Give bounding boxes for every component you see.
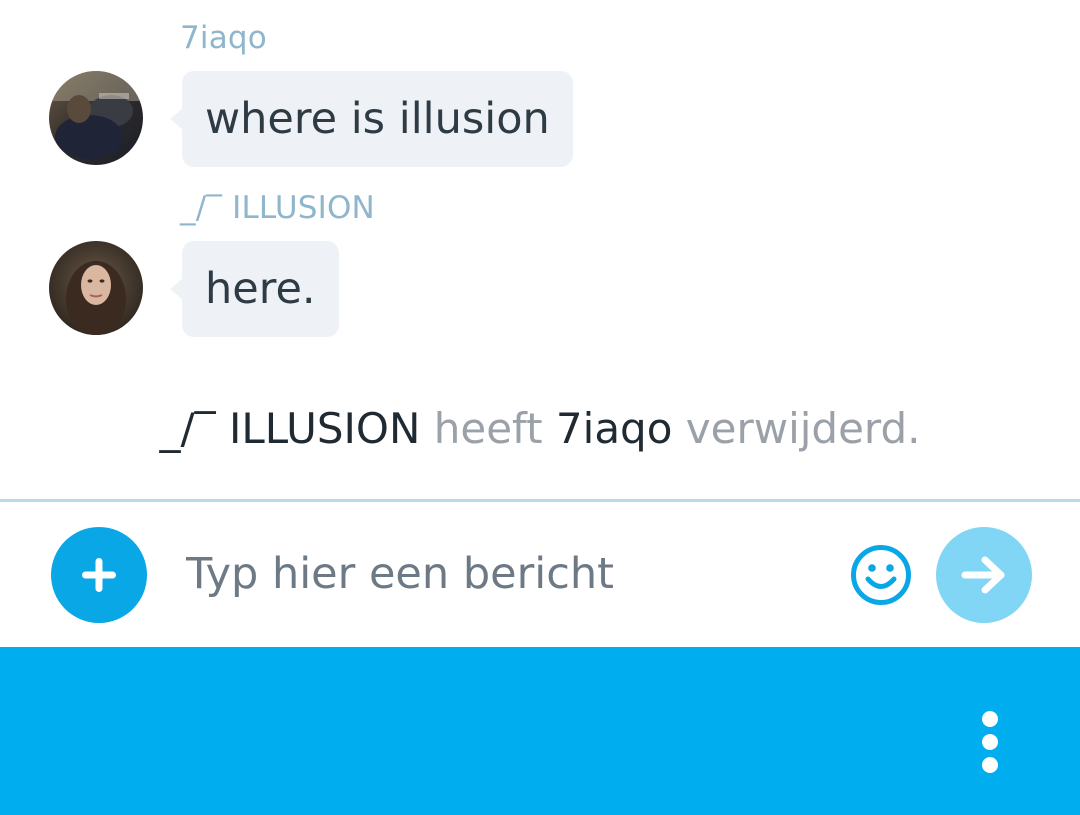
message-bubble[interactable]: here. xyxy=(170,241,339,337)
chat-area: 7iaqo where is illusion _/‾ ILLUSION her… xyxy=(0,0,1080,500)
message-input[interactable] xyxy=(186,544,806,604)
avatar-photo-driver xyxy=(49,71,143,165)
message-text: here. xyxy=(205,264,316,314)
avatar[interactable] xyxy=(49,241,143,335)
avatar[interactable] xyxy=(49,71,143,165)
send-button[interactable] xyxy=(936,527,1032,623)
system-message: _/‾ ILLUSION heeft 7iaqo verwijderd. xyxy=(0,404,1080,453)
system-actor: _/‾ ILLUSION xyxy=(159,404,421,453)
avatar-photo-woman xyxy=(49,241,143,335)
sender-name: 7iaqo xyxy=(180,20,267,56)
arrow-right-icon xyxy=(961,556,1005,594)
bottom-bar xyxy=(0,647,1080,815)
plus-icon xyxy=(82,558,116,592)
message-bubble[interactable]: where is illusion xyxy=(170,71,573,167)
system-target: 7iaqo xyxy=(555,404,673,453)
more-options-button[interactable] xyxy=(968,707,1012,777)
emoji-button[interactable] xyxy=(850,544,912,606)
sender-name: _/‾ ILLUSION xyxy=(180,190,375,226)
smiley-icon xyxy=(851,545,911,605)
message-composer xyxy=(0,502,1080,646)
system-action: verwijderd. xyxy=(685,404,921,453)
system-verb: heeft xyxy=(433,404,543,453)
add-button[interactable] xyxy=(51,527,147,623)
message-text: where is illusion xyxy=(205,94,550,144)
